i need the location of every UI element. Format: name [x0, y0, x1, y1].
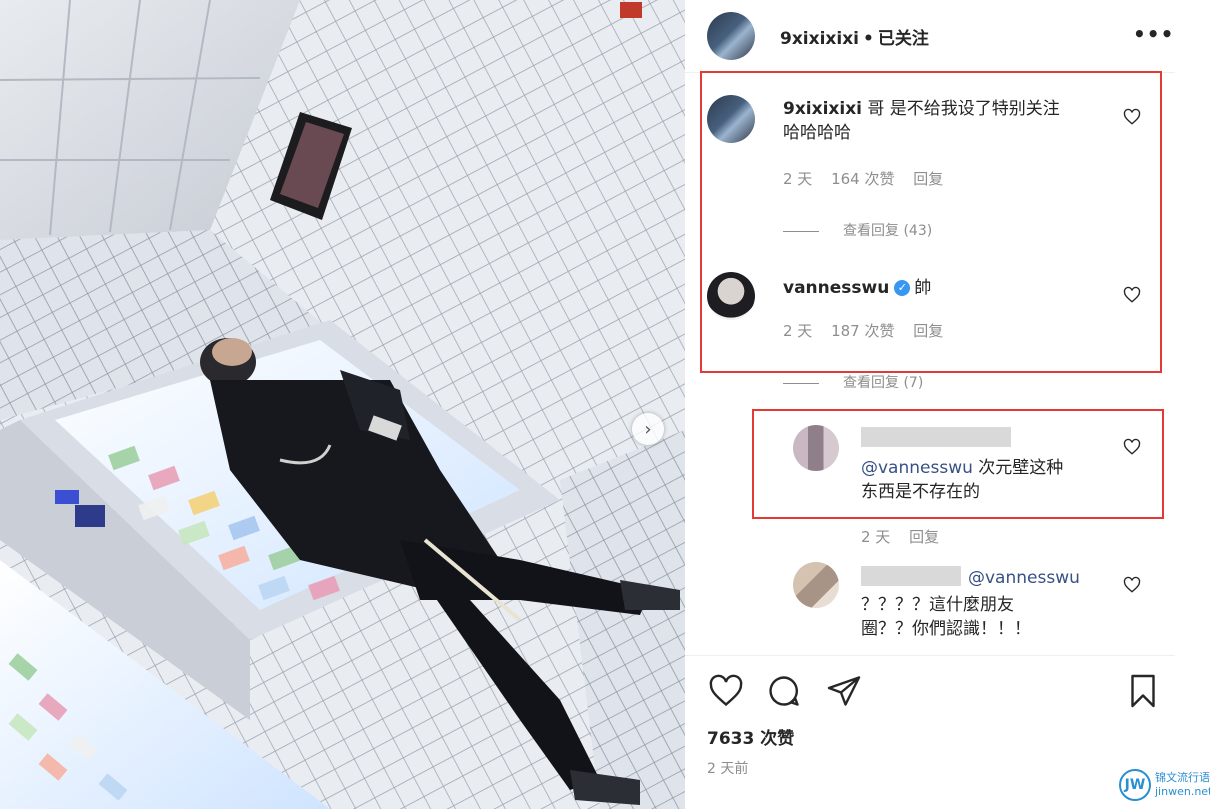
- heart-icon[interactable]: [1123, 438, 1141, 456]
- post-time: 2 天前: [707, 761, 749, 777]
- reply-age: 2 天: [861, 528, 891, 546]
- reply-meta: 2 天 回复: [861, 526, 953, 547]
- mention-link[interactable]: @vannesswu: [861, 458, 973, 478]
- watermark-line2: jinwen.net: [1155, 785, 1210, 798]
- comment-meta: 2 天 164 次赞 回复: [783, 168, 957, 189]
- divider: [783, 382, 819, 384]
- watermark-line1: 锦文流行语: [1155, 771, 1210, 784]
- reply-button[interactable]: 回复: [913, 170, 943, 188]
- mention-link[interactable]: @vannesswu: [968, 568, 1080, 588]
- comment-like-count[interactable]: 187 次赞: [831, 322, 894, 340]
- reply-text: ？？？？這什麼朋友 圈？？你們認識！！！: [861, 593, 1111, 641]
- follow-status[interactable]: 已关注: [878, 29, 929, 49]
- reply-body: 次元壁这种: [972, 458, 1064, 478]
- comment-icon[interactable]: [765, 673, 803, 709]
- comment-avatar[interactable]: [707, 272, 755, 320]
- comment-body: 哥 是不给我设了特别关注: [867, 99, 1060, 119]
- like-count[interactable]: 7633 次赞: [707, 724, 794, 749]
- blurred-username: [861, 427, 1011, 447]
- reply-avatar[interactable]: [793, 562, 839, 608]
- post-author: 9xixixixi • 已关注: [780, 24, 929, 49]
- post-photo: ›: [0, 0, 685, 809]
- comment-text: vannesswu ✓ 帥: [783, 276, 1118, 300]
- blurred-username: [861, 566, 961, 586]
- reply-body-cont: 东西是不存在的: [861, 482, 980, 502]
- post-header: 9xixixixi • 已关注 •••: [685, 0, 1175, 73]
- watermark-mark: JW: [1119, 769, 1151, 801]
- reply-button[interactable]: 回复: [913, 322, 943, 340]
- comment-text: 9xixixixi 哥 是不给我设了特别关注 哈哈哈哈: [783, 97, 1118, 145]
- reply-avatar[interactable]: [793, 425, 839, 471]
- comment-body-cont: 哈哈哈哈: [783, 123, 851, 143]
- comment-age: 2 天: [783, 170, 813, 188]
- reply-mention: @vannesswu: [968, 566, 1128, 590]
- chevron-right-icon: ›: [644, 418, 652, 440]
- comment-body: 帥: [914, 278, 932, 298]
- comment-age: 2 天: [783, 322, 813, 340]
- author-avatar[interactable]: [707, 12, 755, 60]
- carousel-next-button[interactable]: ›: [632, 413, 664, 445]
- verified-icon: ✓: [894, 280, 911, 296]
- view-replies-label: 查看回复 (7): [843, 375, 924, 391]
- reply-button[interactable]: 回复: [909, 528, 939, 546]
- post-sidebar: 9xixixixi • 已关注 ••• 9xixixixi 哥 是不给我设了特别关注…: [685, 0, 1210, 809]
- comment-username[interactable]: vannesswu: [783, 278, 889, 298]
- heart-icon[interactable]: [707, 673, 745, 709]
- share-icon[interactable]: [825, 673, 863, 709]
- comment-meta: 2 天 187 次赞 回复: [783, 320, 957, 341]
- heart-icon[interactable]: [1123, 576, 1141, 594]
- reply-text: @vannesswu 次元壁这种 东西是不存在的: [861, 456, 1111, 504]
- divider: [783, 230, 819, 232]
- reply-body: ？？？？這什麼朋友: [861, 595, 1014, 615]
- bookmark-icon[interactable]: [1125, 671, 1161, 711]
- comment-username[interactable]: 9xixixixi: [783, 99, 862, 119]
- more-icon[interactable]: •••: [1133, 22, 1174, 46]
- heart-icon[interactable]: [1123, 286, 1141, 304]
- watermark-logo: JW 锦文流行语 jinwen.net: [1117, 767, 1210, 807]
- view-replies-label: 查看回复 (43): [843, 223, 933, 239]
- heart-icon[interactable]: [1123, 108, 1141, 126]
- view-replies-button[interactable]: 查看回复 (43): [783, 220, 932, 240]
- comment-avatar[interactable]: [707, 95, 755, 143]
- author-username[interactable]: 9xixixixi: [780, 29, 859, 49]
- reply-body-cont: 圈？？你們認識！！！: [861, 619, 1031, 639]
- header-separator: •: [863, 29, 874, 49]
- view-replies-button[interactable]: 查看回复 (7): [783, 372, 923, 392]
- comment-like-count[interactable]: 164 次赞: [831, 170, 894, 188]
